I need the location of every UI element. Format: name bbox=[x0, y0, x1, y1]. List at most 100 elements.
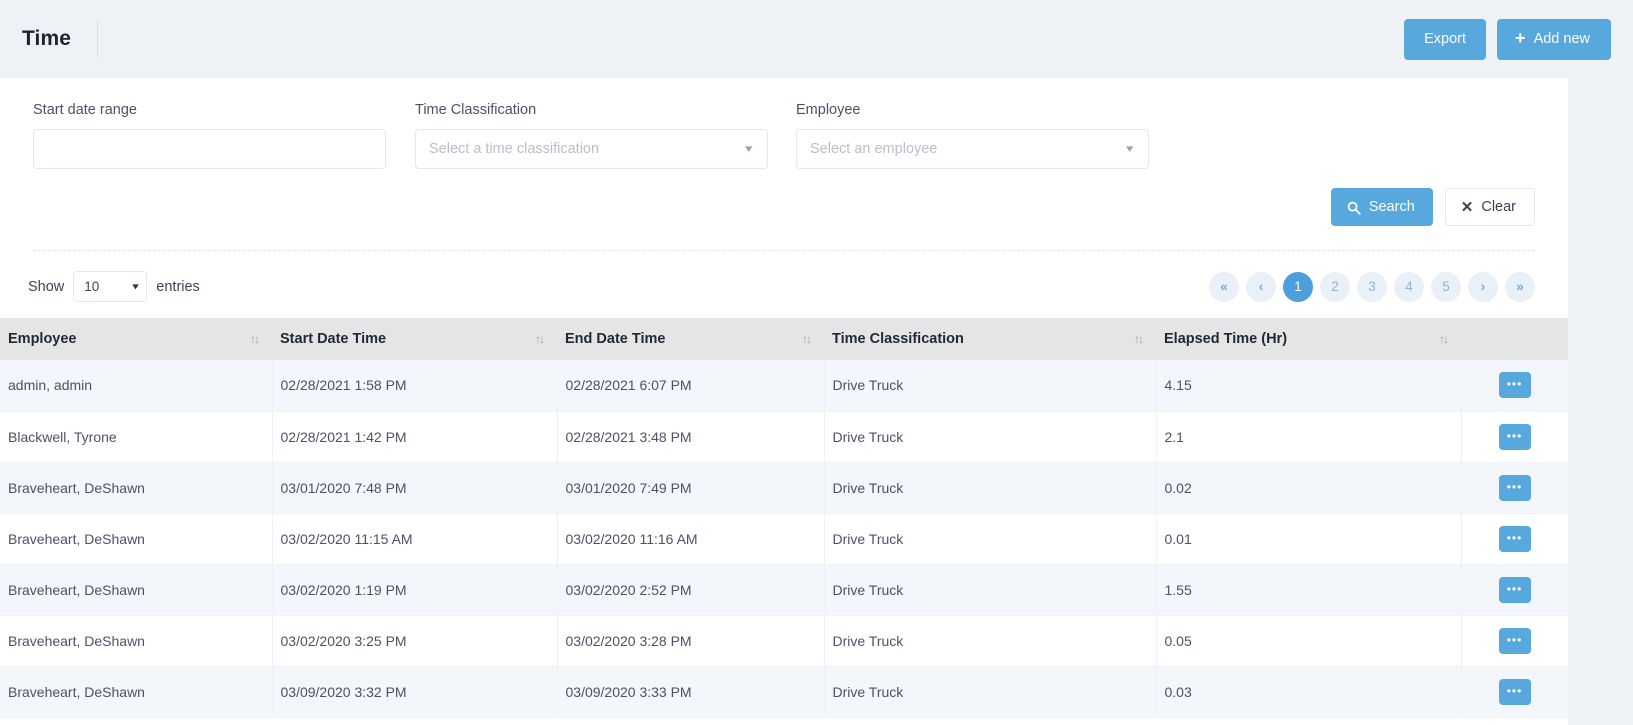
pagination-first[interactable]: « bbox=[1209, 271, 1239, 302]
row-actions-cell: ••• bbox=[1461, 513, 1569, 565]
page-title: Time bbox=[22, 27, 72, 50]
row-actions-button[interactable]: ••• bbox=[1498, 423, 1531, 450]
sort-icon[interactable]: ↑↓ bbox=[250, 332, 260, 346]
column-header-time-classification[interactable]: Time Classification ↑↓ bbox=[824, 318, 1156, 360]
sort-icon[interactable]: ↑↓ bbox=[802, 332, 812, 346]
pagination-page-2[interactable]: 2 bbox=[1320, 271, 1350, 302]
export-button[interactable]: Export bbox=[1404, 18, 1487, 60]
start-date-time-cell: 03/02/2020 3:25 PM bbox=[272, 615, 558, 667]
row-actions-button[interactable]: ••• bbox=[1498, 627, 1531, 654]
start-date-time-cell: 03/02/2020 11:15 AM bbox=[272, 513, 558, 565]
employee-cell: Braveheart, DeShawn bbox=[0, 666, 273, 718]
column-header-actions bbox=[1461, 318, 1568, 360]
sort-icon[interactable]: ↑↓ bbox=[1134, 332, 1144, 346]
filter-row: Start date range Time Classification Sel… bbox=[33, 102, 1535, 169]
time-classification-select[interactable]: Select a time classification ▾ bbox=[415, 129, 768, 169]
employee-cell: Blackwell, Tyrone bbox=[0, 411, 273, 463]
time-classification-cell: Drive Truck bbox=[824, 411, 1157, 463]
row-actions-button[interactable]: ••• bbox=[1498, 525, 1531, 552]
pagination-page-5[interactable]: 5 bbox=[1431, 271, 1461, 302]
start-date-time-cell: 02/28/2021 1:42 PM bbox=[272, 411, 558, 463]
sort-icon[interactable]: ↑↓ bbox=[535, 332, 545, 346]
column-header-employee[interactable]: Employee ↑↓ bbox=[0, 318, 272, 360]
table-body: admin, admin 02/28/2021 1:58 PM 02/28/2021… bbox=[0, 360, 1569, 718]
search-button-label: Search bbox=[1368, 199, 1415, 215]
elapsed-time-cell: 0.05 bbox=[1156, 615, 1462, 667]
table-row[interactable]: admin, admin 02/28/2021 1:58 PM 02/28/2021… bbox=[0, 360, 1569, 412]
chevron-down-icon: ▾ bbox=[1126, 142, 1134, 155]
row-actions-cell: ••• bbox=[1461, 411, 1569, 463]
table-row[interactable]: Braveheart, DeShawn 03/02/2020 11:15 AM 03… bbox=[0, 513, 1569, 565]
time-classification-cell: Drive Truck bbox=[824, 462, 1157, 514]
field-start-date-range: Start date range bbox=[33, 102, 386, 169]
start-date-range-label: Start date range bbox=[33, 102, 137, 118]
row-actions-button[interactable]: ••• bbox=[1498, 678, 1531, 705]
employee-placeholder: Select an employee bbox=[810, 141, 938, 157]
column-label-employee: Employee bbox=[8, 331, 77, 347]
time-classification-cell: Drive Truck bbox=[824, 666, 1157, 718]
header-actions: Export + Add new bbox=[1404, 18, 1611, 60]
row-actions-button[interactable]: ••• bbox=[1498, 474, 1531, 501]
pagination-next[interactable]: › bbox=[1468, 271, 1498, 302]
time-table: Employee ↑↓ Start Date Time ↑↓ End Date … bbox=[0, 318, 1569, 718]
clear-button[interactable]: ✕ Clear bbox=[1444, 188, 1535, 226]
search-icon bbox=[1347, 201, 1361, 215]
add-new-button[interactable]: + Add new bbox=[1497, 18, 1611, 60]
table-row[interactable]: Blackwell, Tyrone 02/28/2021 1:42 PM 02/28… bbox=[0, 411, 1569, 463]
show-label: Show bbox=[28, 278, 65, 295]
table-row[interactable]: Braveheart, DeShawn 03/09/2020 3:32 PM 03/… bbox=[0, 666, 1569, 718]
elapsed-time-cell: 1.55 bbox=[1156, 564, 1462, 616]
export-button-label: Export bbox=[1424, 31, 1467, 47]
time-classification-cell: Drive Truck bbox=[824, 564, 1157, 616]
pagination-prev[interactable]: ‹ bbox=[1246, 271, 1276, 302]
sort-icon[interactable]: ↑↓ bbox=[1439, 332, 1449, 346]
field-employee: Employee Select an employee ▾ bbox=[796, 102, 1149, 169]
employee-select[interactable]: Select an employee ▾ bbox=[796, 129, 1149, 169]
page-length-select[interactable]: 10 bbox=[73, 271, 148, 302]
entries-label: entries bbox=[156, 278, 200, 295]
row-actions-cell: ••• bbox=[1461, 564, 1569, 616]
pagination-page-3[interactable]: 3 bbox=[1357, 271, 1387, 302]
employee-cell: Braveheart, DeShawn bbox=[0, 462, 273, 514]
time-classification-label: Time Classification bbox=[415, 102, 537, 118]
elapsed-time-cell: 2.1 bbox=[1156, 411, 1462, 463]
time-classification-cell: Drive Truck bbox=[824, 513, 1157, 565]
pagination-last[interactable]: » bbox=[1505, 271, 1535, 302]
elapsed-time-cell: 0.02 bbox=[1156, 462, 1462, 514]
column-label-elapsed-time: Elapsed Time (Hr) bbox=[1164, 331, 1288, 347]
employee-label: Employee bbox=[796, 102, 861, 118]
content-card: Start date range Time Classification Sel… bbox=[0, 78, 1569, 725]
chevron-down-icon: ▾ bbox=[745, 142, 753, 155]
column-header-start-date-time[interactable]: Start Date Time ↑↓ bbox=[272, 318, 557, 360]
row-actions-button[interactable]: ••• bbox=[1498, 372, 1531, 399]
row-actions-button[interactable]: ••• bbox=[1498, 576, 1531, 603]
start-date-time-cell: 02/28/2021 1:58 PM bbox=[272, 360, 558, 412]
time-classification-cell: Drive Truck bbox=[824, 360, 1157, 412]
employee-cell: Braveheart, DeShawn bbox=[0, 564, 273, 616]
employee-cell: admin, admin bbox=[0, 360, 273, 412]
row-actions-cell: ••• bbox=[1461, 360, 1569, 412]
column-header-elapsed-time[interactable]: Elapsed Time (Hr) ↑↓ bbox=[1156, 318, 1461, 360]
length-menu: Show 10 ▾ entries bbox=[28, 271, 200, 302]
field-time-classification: Time Classification Select a time classi… bbox=[415, 102, 768, 169]
page-length-wrap: 10 ▾ bbox=[73, 271, 148, 302]
column-header-end-date-time[interactable]: End Date Time ↑↓ bbox=[557, 318, 824, 360]
add-new-button-label: Add new bbox=[1533, 31, 1590, 47]
pagination-page-4[interactable]: 4 bbox=[1394, 271, 1424, 302]
start-date-time-cell: 03/01/2020 7:48 PM bbox=[272, 462, 558, 514]
start-date-range-input[interactable] bbox=[33, 129, 386, 169]
plus-icon: + bbox=[1515, 28, 1526, 48]
table-row[interactable]: Braveheart, DeShawn 03/02/2020 1:19 PM 03/… bbox=[0, 564, 1569, 616]
table-row[interactable]: Braveheart, DeShawn 03/02/2020 3:25 PM 03/… bbox=[0, 615, 1569, 667]
pagination-page-1[interactable]: 1 bbox=[1283, 271, 1313, 302]
search-button[interactable]: Search bbox=[1330, 188, 1433, 226]
elapsed-time-cell: 0.01 bbox=[1156, 513, 1462, 565]
table-head: Employee ↑↓ Start Date Time ↑↓ End Date … bbox=[0, 318, 1568, 360]
filter-actions: Search ✕ Clear bbox=[33, 169, 1535, 226]
end-date-time-cell: 03/02/2020 2:52 PM bbox=[557, 564, 825, 616]
pagination: « ‹ 1 2 3 4 5 › » bbox=[1209, 271, 1535, 302]
time-classification-cell: Drive Truck bbox=[824, 615, 1157, 667]
table-header-row: Employee ↑↓ Start Date Time ↑↓ End Date … bbox=[0, 318, 1568, 360]
elapsed-time-cell: 4.15 bbox=[1156, 360, 1462, 412]
table-row[interactable]: Braveheart, DeShawn 03/01/2020 7:48 PM 03/… bbox=[0, 462, 1569, 514]
